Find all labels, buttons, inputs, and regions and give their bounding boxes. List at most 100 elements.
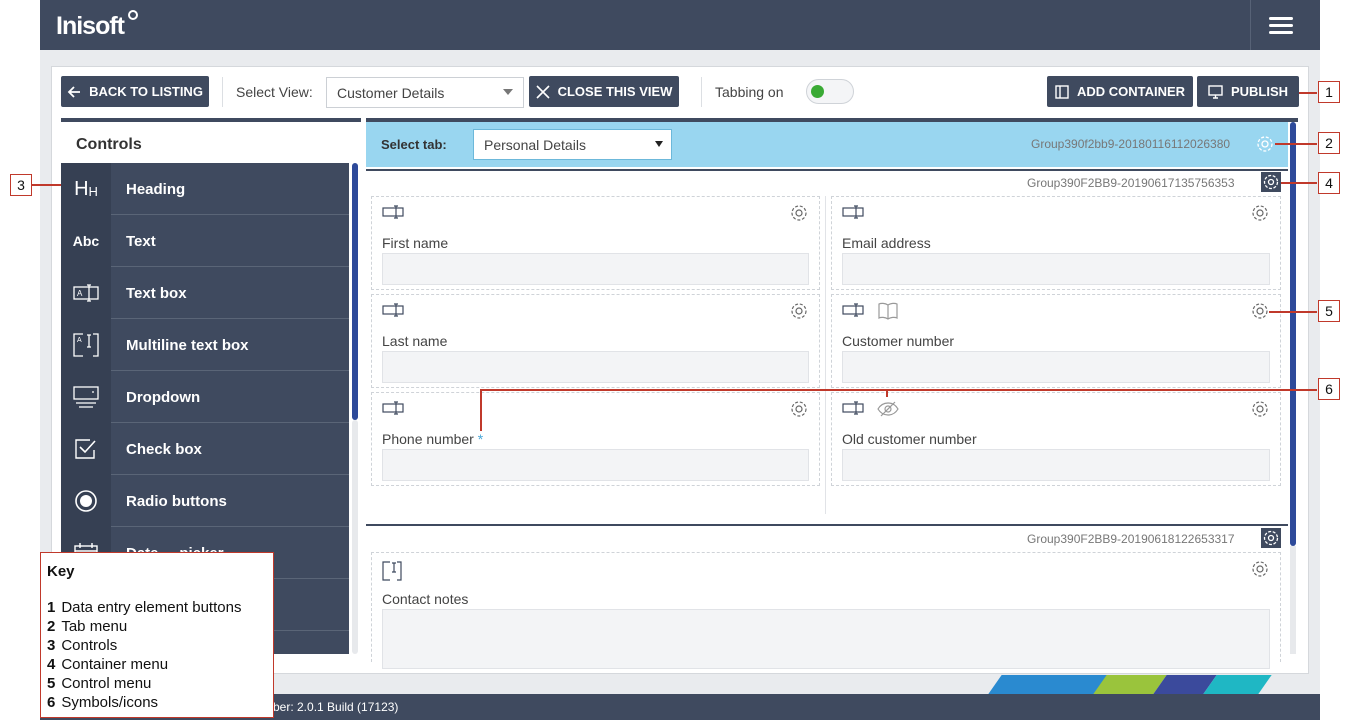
hamburger-menu-button[interactable] — [1250, 0, 1310, 50]
select-view-label: Select View: — [236, 84, 313, 100]
key-title: Key — [47, 563, 75, 580]
controls-title: Controls — [76, 136, 142, 153]
container-group-id: Group390F2BB9-20190618122653317 — [1027, 532, 1235, 546]
tab-group-id: Group390f2bb9-20180116112026380 — [1031, 137, 1231, 151]
callout-line — [1269, 311, 1317, 313]
book-icon — [878, 302, 898, 320]
footer-decoration — [988, 675, 1112, 694]
gear-icon[interactable] — [1250, 399, 1270, 419]
back-to-listing-button[interactable]: BACK TO LISTING — [61, 76, 209, 107]
field-last-name[interactable]: Last name — [371, 294, 820, 388]
gear-icon[interactable] — [789, 399, 809, 419]
callout-line — [1299, 92, 1317, 94]
gear-icon[interactable] — [1255, 134, 1275, 154]
tab-select-value: Personal Details — [484, 136, 586, 153]
canvas-scrollbar-thumb[interactable] — [1290, 122, 1296, 546]
field-label: Last name — [382, 333, 448, 349]
control-text[interactable]: Abc Text — [61, 215, 349, 267]
canvas-scrollbar-track[interactable] — [1290, 546, 1296, 654]
gear-icon — [1263, 530, 1279, 546]
textbox-icon — [382, 303, 404, 317]
publish-button[interactable]: PUBLISH — [1197, 76, 1299, 107]
container-menu-button[interactable] — [1261, 528, 1281, 548]
textbox-icon — [842, 205, 864, 219]
field-old-customer-number[interactable]: Old customer number — [831, 392, 1281, 486]
field-first-name[interactable]: First name — [371, 196, 820, 290]
control-textbox[interactable]: A Text box — [61, 267, 349, 319]
gear-icon[interactable] — [1250, 203, 1270, 223]
field-email-address[interactable]: Email address — [831, 196, 1281, 290]
hidden-eye-icon — [877, 401, 899, 417]
top-bar — [40, 0, 1320, 50]
toggle-knob — [811, 85, 824, 98]
add-container-button[interactable]: ADD CONTAINER — [1047, 76, 1193, 107]
field-input[interactable] — [842, 351, 1270, 383]
required-asterisk-icon: * — [477, 431, 484, 447]
field-label: Customer number — [842, 333, 955, 349]
field-phone-number[interactable]: Phone number * — [371, 392, 820, 486]
callout-line — [1281, 182, 1317, 184]
control-label: Check box — [126, 441, 202, 458]
control-label: Multiline text box — [126, 337, 249, 354]
tab-menu: Select tab: Personal Details Group390f2b… — [366, 122, 1288, 167]
field-input[interactable] — [382, 449, 809, 481]
gear-icon[interactable] — [1250, 301, 1270, 321]
svg-text:A: A — [77, 289, 83, 298]
control-checkbox[interactable]: Check box — [61, 423, 349, 475]
key-item: 4 Container menu — [47, 656, 169, 673]
container-border — [366, 524, 1288, 526]
callout-2: 2 — [1318, 132, 1340, 154]
control-multiline-textbox[interactable]: A Multiline text box — [61, 319, 349, 371]
field-label: First name — [382, 235, 449, 251]
key-item: 6 Symbols/icons — [47, 694, 159, 711]
close-view-button[interactable]: CLOSE THIS VIEW — [529, 76, 679, 107]
control-dropdown[interactable]: Dropdown — [61, 371, 349, 423]
field-input[interactable] — [382, 253, 809, 285]
callout-line — [480, 389, 482, 431]
field-label: Email address — [842, 235, 931, 251]
tabbing-label: Tabbing on — [715, 84, 784, 100]
sidebar-scrollbar-thumb[interactable] — [352, 163, 358, 420]
gear-icon[interactable] — [789, 301, 809, 321]
field-input[interactable] — [382, 351, 809, 383]
publish-label: PUBLISH — [1230, 84, 1289, 99]
gear-icon — [1263, 174, 1279, 190]
checkbox-icon — [61, 423, 111, 475]
field-customer-number[interactable]: Customer number — [831, 294, 1281, 388]
field-input[interactable] — [842, 449, 1270, 481]
gear-icon[interactable] — [1250, 559, 1270, 579]
tab-select[interactable]: Personal Details — [473, 129, 672, 160]
control-radio-buttons[interactable]: Radio buttons — [61, 475, 349, 527]
control-heading[interactable]: HH Heading — [61, 163, 349, 215]
key-legend: Key 1 Data entry element buttons 2 Tab men… — [40, 552, 274, 718]
view-select[interactable]: Customer Details — [326, 77, 524, 108]
view-select-value: Customer Details — [337, 84, 445, 101]
tabbing-toggle[interactable] — [806, 79, 854, 104]
container-icon — [1055, 84, 1069, 99]
textbox-icon — [382, 401, 404, 415]
version-text: ber: 2.0.1 Build (17123) — [273, 700, 399, 714]
close-icon — [536, 84, 550, 99]
field-contact-notes[interactable]: Contact notes — [371, 552, 1281, 669]
heading-icon: HH — [61, 163, 111, 215]
divider — [222, 77, 223, 107]
field-textarea[interactable] — [382, 609, 1270, 669]
container-menu-button[interactable] — [1261, 172, 1281, 192]
gear-icon[interactable] — [789, 203, 809, 223]
field-input[interactable] — [842, 253, 1270, 285]
sidebar-scrollbar-track[interactable] — [352, 420, 358, 654]
svg-text:A: A — [77, 337, 82, 344]
sidebar-top-border — [61, 118, 361, 122]
control-label: Dropdown — [126, 389, 201, 406]
container-group-id: Group390F2BB9-20190617135756353 — [1027, 176, 1235, 190]
back-label: BACK TO LISTING — [89, 84, 203, 99]
callout-line — [886, 389, 888, 397]
multiline-textbox-icon: A — [61, 319, 111, 371]
chevron-down-icon — [503, 89, 513, 95]
container-border — [366, 169, 1288, 171]
text-icon: Abc — [61, 215, 111, 267]
control-label: Radio buttons — [126, 493, 227, 510]
textbox-icon — [382, 205, 404, 219]
control-label: Heading — [126, 181, 186, 198]
control-label: Text box — [126, 285, 187, 302]
